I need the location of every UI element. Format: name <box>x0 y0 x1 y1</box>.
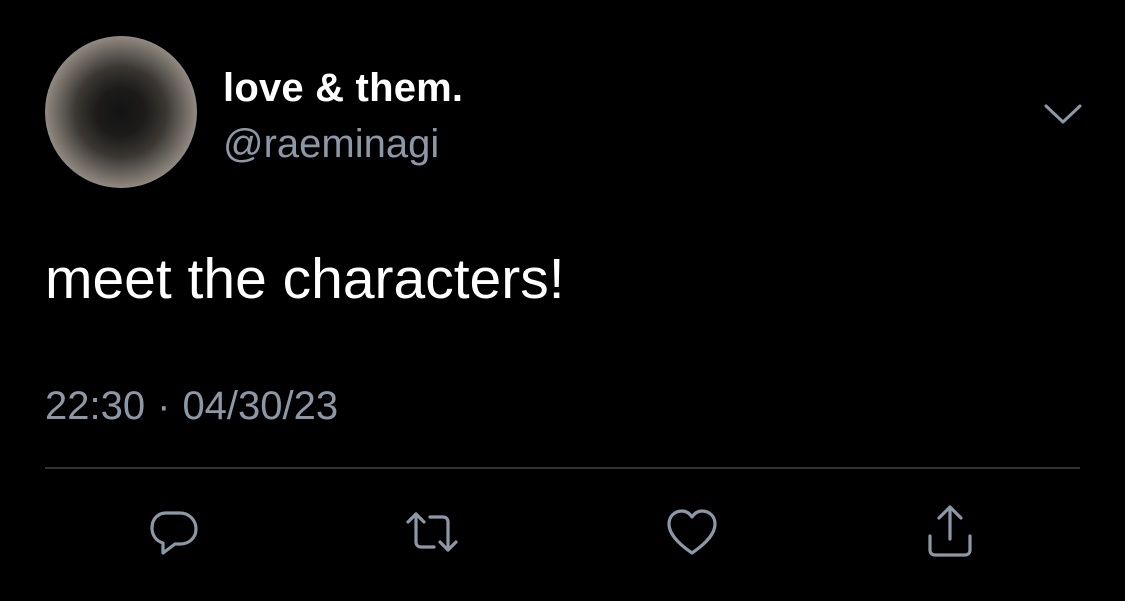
share-icon <box>928 505 972 557</box>
reply-icon <box>150 511 198 555</box>
retweet-icon <box>406 512 458 552</box>
user-handle[interactable]: @raeminagi <box>223 122 439 167</box>
heart-icon <box>667 509 717 555</box>
tweet-time: 22:30 <box>45 384 146 428</box>
display-name[interactable]: love & them. <box>223 66 463 111</box>
like-button[interactable] <box>660 500 724 564</box>
tweet-text: meet the characters! <box>45 247 565 311</box>
reply-button[interactable] <box>142 500 206 564</box>
divider <box>45 467 1080 469</box>
meta-separator: · <box>157 384 171 428</box>
avatar[interactable] <box>45 36 197 188</box>
more-options-button[interactable] <box>1040 96 1086 132</box>
retweet-button[interactable] <box>400 500 464 564</box>
tweet: love & them. @raeminagi meet the charact… <box>0 0 1125 601</box>
tweet-timestamp[interactable]: 22:30 · 04/30/23 <box>45 384 338 429</box>
tweet-date: 04/30/23 <box>182 384 339 428</box>
chevron-down-icon <box>1044 104 1082 124</box>
share-button[interactable] <box>918 500 982 564</box>
